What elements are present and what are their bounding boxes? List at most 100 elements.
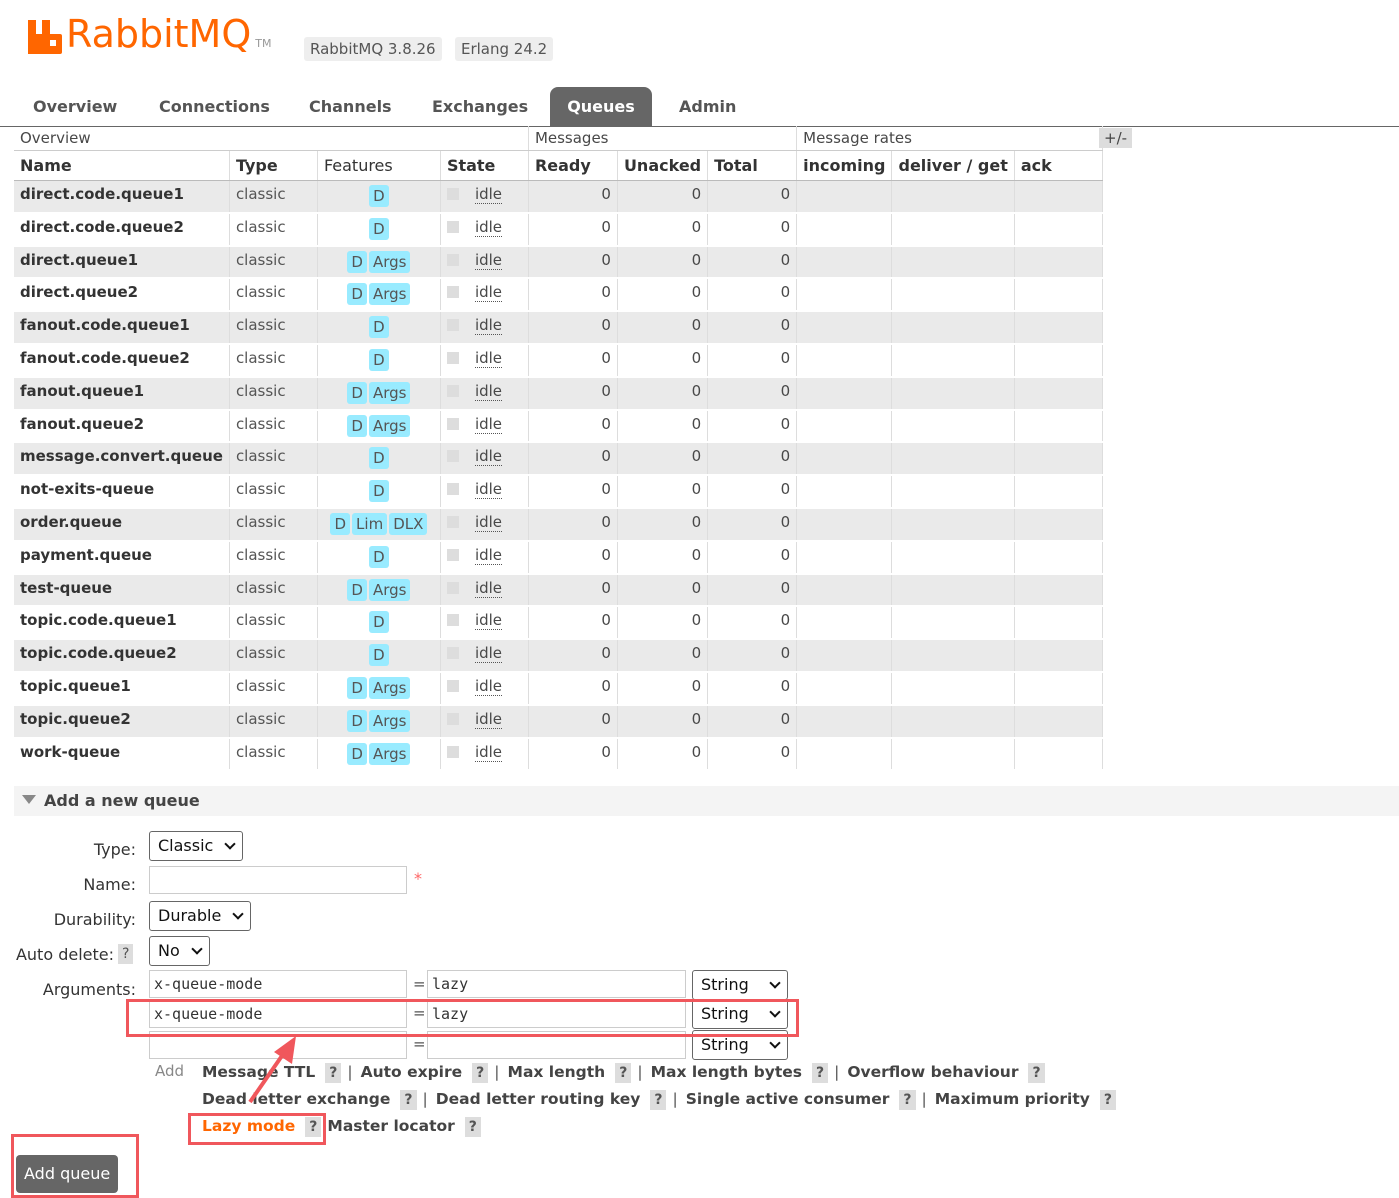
- type-select[interactable]: Classic: [149, 831, 243, 861]
- help-icon[interactable]: ?: [811, 1063, 829, 1083]
- queue-name-link[interactable]: direct.code.queue2: [14, 212, 230, 247]
- queue-name-link[interactable]: order.queue: [14, 507, 230, 542]
- table-row[interactable]: work-queue classic D Args idle 0 0 0: [14, 737, 1103, 772]
- help-icon[interactable]: ?: [1099, 1090, 1116, 1110]
- queue-name-link[interactable]: direct.code.queue1: [14, 180, 230, 214]
- queue-state: idle: [440, 507, 529, 542]
- table-row[interactable]: order.queue classic D Lim DLX idle 0 0 0: [14, 507, 1103, 542]
- queue-name-link[interactable]: direct.queue2: [14, 278, 230, 313]
- queue-features: D Args: [317, 573, 441, 608]
- argument-shortcut-link[interactable]: Auto expire: [361, 1063, 463, 1081]
- unacked-count: 0: [617, 245, 709, 280]
- help-icon[interactable]: ?: [464, 1117, 481, 1137]
- col-name[interactable]: Name: [14, 150, 230, 181]
- table-row[interactable]: topic.code.queue2 classic Didle 0 0 0: [14, 639, 1103, 673]
- argument-shortcut-link[interactable]: Dead letter routing key: [436, 1090, 641, 1108]
- argument-shortcut-link[interactable]: Max length: [508, 1063, 606, 1081]
- argument-type-select[interactable]: String: [692, 970, 788, 1000]
- help-icon[interactable]: ?: [615, 1063, 632, 1083]
- rate-deliver-get: [891, 409, 1015, 444]
- table-row[interactable]: test-queue classic D Args idle 0 0 0: [14, 573, 1103, 608]
- state-text: idle: [474, 578, 503, 598]
- queue-type: classic: [229, 376, 318, 411]
- argument-key-input[interactable]: x-queue-mode: [149, 970, 407, 998]
- col-unacked[interactable]: Unacked: [617, 150, 709, 181]
- auto-delete-help-icon[interactable]: ?: [118, 944, 134, 964]
- feature-badge: Args: [368, 578, 411, 601]
- table-row[interactable]: fanout.queue2 classic D Args idle 0 0 0: [14, 409, 1103, 444]
- table-row[interactable]: direct.code.queue1 classic Didle 0 0 0: [14, 180, 1103, 214]
- erlang-version: Erlang 24.2: [455, 37, 554, 61]
- queue-name-link[interactable]: test-queue: [14, 573, 230, 608]
- table-row[interactable]: direct.queue1 classic D Args idle 0 0 0: [14, 245, 1103, 280]
- col-type[interactable]: Type: [229, 150, 318, 181]
- tab-admin[interactable]: Admin: [669, 87, 746, 127]
- rabbitmq-logo[interactable]: RabbitMQ TM: [28, 14, 271, 54]
- queue-name-link[interactable]: message.convert.queue: [14, 442, 230, 477]
- queue-name-link[interactable]: fanout.queue2: [14, 409, 230, 444]
- argument-shortcut-link[interactable]: Maximum priority: [935, 1090, 1090, 1108]
- rate-ack: [1014, 671, 1103, 706]
- help-icon[interactable]: ?: [650, 1090, 667, 1110]
- queue-name-link[interactable]: topic.queue1: [14, 671, 230, 706]
- col-ack[interactable]: ack: [1014, 150, 1103, 181]
- argument-shortcut-link[interactable]: Single active consumer: [686, 1090, 890, 1108]
- table-row[interactable]: message.convert.queue classic Didle 0 0 0: [14, 442, 1103, 477]
- table-row[interactable]: topic.queue2 classic D Args idle 0 0 0: [14, 704, 1103, 739]
- argument-value-input[interactable]: lazy: [427, 970, 686, 998]
- col-total[interactable]: Total: [707, 150, 798, 181]
- feature-badge: D: [347, 742, 367, 765]
- state-square-icon: [446, 319, 459, 332]
- queue-name-link[interactable]: direct.queue1: [14, 245, 230, 280]
- tab-queues[interactable]: Queues: [550, 87, 652, 127]
- tab-channels[interactable]: Channels: [299, 87, 402, 127]
- column-toggle-button[interactable]: +/-: [1099, 128, 1133, 148]
- help-icon[interactable]: ?: [325, 1063, 342, 1083]
- rate-ack: [1014, 409, 1103, 444]
- tab-overview[interactable]: Overview: [23, 87, 127, 127]
- table-row[interactable]: fanout.code.queue2 classic Didle 0 0 0: [14, 343, 1103, 378]
- state-square-icon: [446, 745, 459, 758]
- table-row[interactable]: direct.code.queue2 classic Didle 0 0 0: [14, 212, 1103, 247]
- argument-shortcut-link[interactable]: Master locator: [327, 1117, 454, 1135]
- col-features: Features: [317, 150, 441, 181]
- queue-name-link[interactable]: fanout.code.queue2: [14, 343, 230, 378]
- queue-name-link[interactable]: topic.code.queue2: [14, 639, 230, 673]
- queues-table: Overview Messages Message rates Name Typ…: [14, 126, 1103, 772]
- auto-delete-select[interactable]: No: [149, 936, 210, 966]
- queue-name-link[interactable]: work-queue: [14, 737, 230, 772]
- table-row[interactable]: direct.queue2 classic D Args idle 0 0 0: [14, 278, 1103, 313]
- state-square-icon: [446, 515, 459, 528]
- table-row[interactable]: topic.queue1 classic D Args idle 0 0 0: [14, 671, 1103, 706]
- queue-name-input[interactable]: [149, 866, 407, 894]
- col-incoming[interactable]: incoming: [796, 150, 893, 181]
- ready-count: 0: [528, 475, 618, 509]
- table-row[interactable]: fanout.queue1 classic D Args idle 0 0 0: [14, 376, 1103, 411]
- argument-shortcut-link[interactable]: Max length bytes: [651, 1063, 802, 1081]
- table-row[interactable]: fanout.code.queue1 classic Didle 0 0 0: [14, 311, 1103, 345]
- help-icon[interactable]: ?: [400, 1090, 417, 1110]
- col-deliver-get[interactable]: deliver / get: [891, 150, 1015, 181]
- tab-exchanges[interactable]: Exchanges: [422, 87, 538, 127]
- queue-name-link[interactable]: fanout.code.queue1: [14, 311, 230, 345]
- queue-name-link[interactable]: not-exits-queue: [14, 475, 230, 509]
- argument-shortcut-link[interactable]: Overflow behaviour: [847, 1063, 1018, 1081]
- queue-name-link[interactable]: topic.queue2: [14, 704, 230, 739]
- table-row[interactable]: payment.queue classic Didle 0 0 0: [14, 540, 1103, 575]
- queue-name-link[interactable]: fanout.queue1: [14, 376, 230, 411]
- durability-select[interactable]: Durable: [149, 901, 251, 931]
- add-queue-section-toggle[interactable]: Add a new queue: [14, 786, 1399, 816]
- table-row[interactable]: not-exits-queue classic Didle 0 0 0: [14, 475, 1103, 509]
- table-row[interactable]: topic.code.queue1 classic Didle 0 0 0: [14, 606, 1103, 641]
- queue-name-link[interactable]: payment.queue: [14, 540, 230, 575]
- help-icon[interactable]: ?: [899, 1090, 916, 1110]
- tab-connections[interactable]: Connections: [149, 87, 280, 127]
- annotation-highlight-add-button: [11, 1134, 139, 1198]
- chevron-down-icon: [769, 1037, 781, 1049]
- help-icon[interactable]: ?: [1028, 1063, 1045, 1083]
- col-state[interactable]: State: [440, 150, 529, 181]
- help-icon[interactable]: ?: [472, 1063, 489, 1083]
- rate-incoming: [796, 507, 893, 542]
- queue-name-link[interactable]: topic.code.queue1: [14, 606, 230, 641]
- col-ready[interactable]: Ready: [528, 150, 618, 181]
